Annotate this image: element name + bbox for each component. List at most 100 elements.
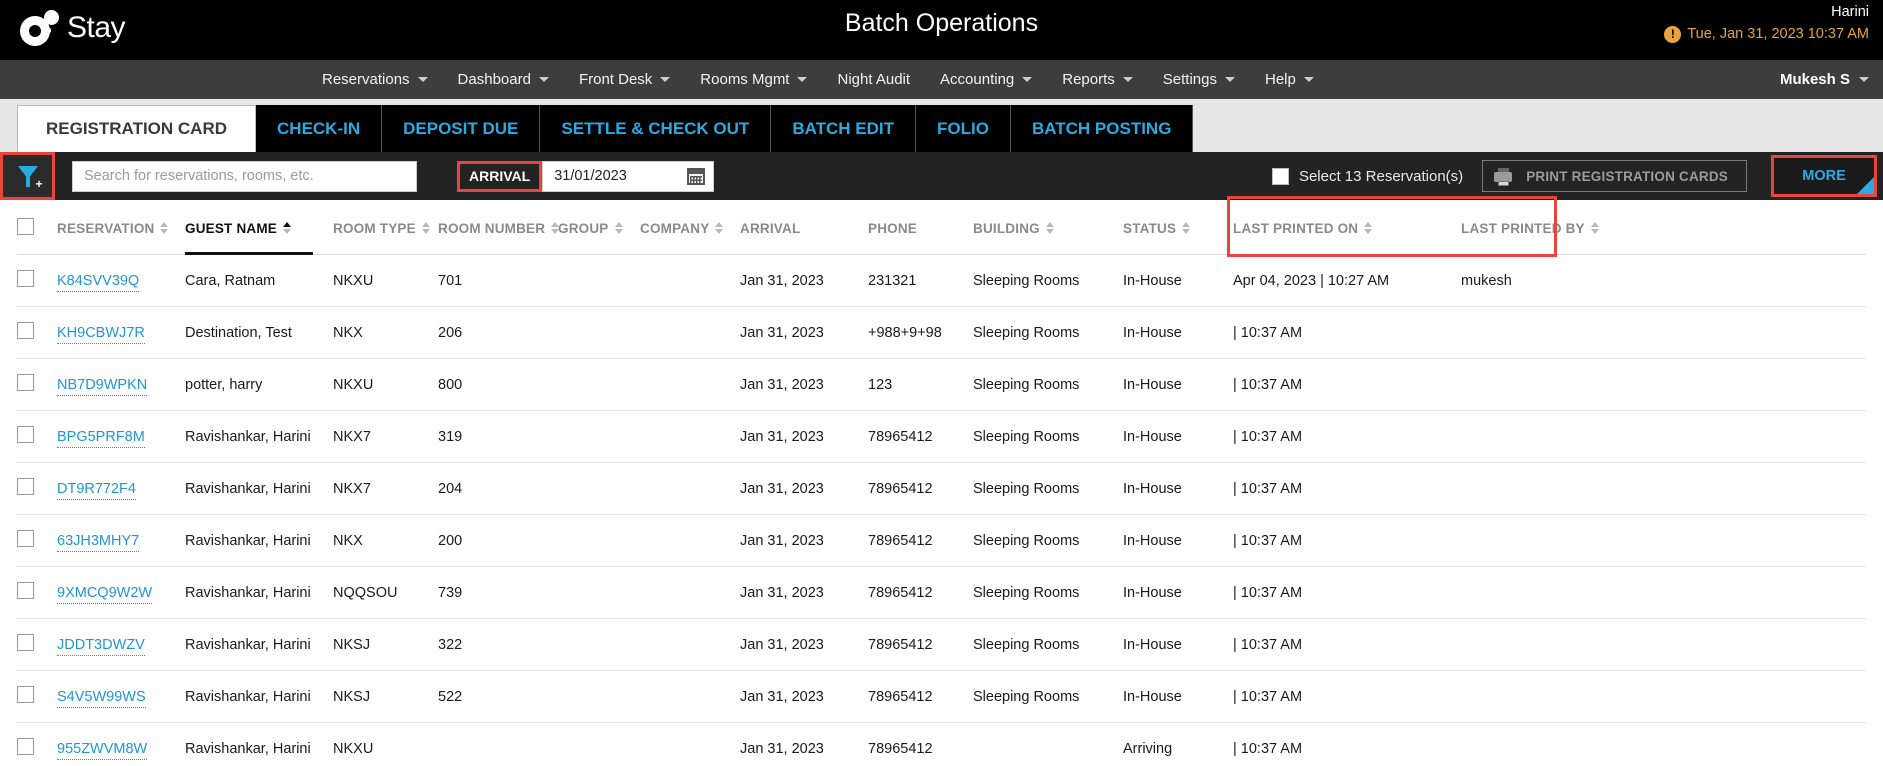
row-checkbox[interactable]: [17, 270, 34, 287]
sort-arrows-icon[interactable]: [715, 222, 723, 234]
row-checkbox[interactable]: [17, 530, 34, 547]
sort-arrows-icon[interactable]: [615, 222, 623, 234]
header-select-all-checkbox[interactable]: [17, 218, 34, 235]
reservation-link[interactable]: 9XMCQ9W2W: [57, 585, 152, 604]
column-header-last-printed-by[interactable]: LAST PRINTED BY: [1461, 200, 1664, 255]
cell-guest-name: potter, harry: [185, 359, 333, 411]
reservation-link[interactable]: 955ZWVM8W: [57, 741, 147, 760]
nav-item-night-audit[interactable]: Night Audit: [822, 60, 925, 99]
row-checkbox[interactable]: [17, 478, 34, 495]
row-select-cell[interactable]: [17, 723, 57, 766]
sort-arrows-icon[interactable]: [1182, 222, 1190, 234]
nav-item-accounting[interactable]: Accounting: [925, 60, 1047, 99]
cell-last-printed-by: [1461, 515, 1664, 567]
row-select-cell[interactable]: [17, 567, 57, 619]
cell-company: [640, 255, 740, 307]
tab-deposit-due[interactable]: DEPOSIT DUE: [382, 105, 540, 152]
nav-item-dashboard[interactable]: Dashboard: [443, 60, 564, 99]
account-menu[interactable]: Mukesh S: [1780, 60, 1869, 99]
header-select-all-cell[interactable]: [17, 200, 57, 255]
cell-arrival: Jan 31, 2023: [740, 567, 868, 619]
row-checkbox[interactable]: [17, 634, 34, 651]
table-row[interactable]: S4V5W99WSRavishankar, HariniNKSJ522Jan 3…: [17, 671, 1866, 723]
cell-last-printed-by: [1461, 463, 1664, 515]
tab-registration-card[interactable]: REGISTRATION CARD: [17, 105, 256, 152]
arrival-filter-label[interactable]: ARRIVAL: [457, 161, 542, 192]
tab-check-in[interactable]: CHECK-IN: [256, 105, 382, 152]
reservation-link[interactable]: NB7D9WPKN: [57, 377, 147, 396]
row-checkbox[interactable]: [17, 322, 34, 339]
sort-arrows-icon[interactable]: [160, 222, 168, 234]
row-select-cell[interactable]: [17, 671, 57, 723]
column-header-guest-name[interactable]: GUEST NAME: [185, 200, 333, 255]
table-row[interactable]: KH9CBWJ7RDestination, TestNKX206Jan 31, …: [17, 307, 1866, 359]
tab-folio[interactable]: FOLIO: [916, 105, 1011, 152]
column-header-last-printed-on[interactable]: LAST PRINTED ON: [1233, 200, 1461, 255]
row-checkbox[interactable]: [17, 426, 34, 443]
row-checkbox[interactable]: [17, 686, 34, 703]
chevron-down-icon: [539, 77, 549, 82]
cell-room-type: NKSJ: [333, 619, 438, 671]
row-checkbox[interactable]: [17, 738, 34, 755]
search-input[interactable]: [84, 168, 405, 184]
cell-last-printed-on: | 10:37 AM: [1233, 619, 1461, 671]
row-select-cell[interactable]: [17, 255, 57, 307]
tab-batch-edit[interactable]: BATCH EDIT: [771, 105, 916, 152]
cell-building: Sleeping Rooms: [973, 463, 1123, 515]
cell-reservation: KH9CBWJ7R: [57, 307, 185, 359]
select-all-checkbox[interactable]: [1272, 168, 1289, 185]
column-header-label: LAST PRINTED BY: [1461, 221, 1585, 236]
select-reservations-control[interactable]: Select 13 Reservation(s): [1272, 168, 1463, 185]
column-header-group[interactable]: GROUP: [558, 200, 640, 255]
sort-arrows-icon[interactable]: [422, 222, 430, 234]
row-checkbox[interactable]: [17, 582, 34, 599]
reservation-link[interactable]: 63JH3MHY7: [57, 533, 139, 552]
table-row[interactable]: NB7D9WPKNpotter, harryNKXU800Jan 31, 202…: [17, 359, 1866, 411]
nav-item-reservations[interactable]: Reservations: [307, 60, 443, 99]
row-select-cell[interactable]: [17, 515, 57, 567]
toolbar-actions: Select 13 Reservation(s) PRINT REGISTRAT…: [1272, 152, 1883, 200]
sort-arrows-icon[interactable]: [1591, 222, 1599, 234]
reservation-link[interactable]: K84SVV39Q: [57, 273, 139, 292]
calendar-icon[interactable]: [687, 168, 705, 185]
reservation-link[interactable]: JDDT3DWZV: [57, 637, 145, 656]
table-row[interactable]: 9XMCQ9W2WRavishankar, HariniNQQSOU739Jan…: [17, 567, 1866, 619]
reservation-link[interactable]: KH9CBWJ7R: [57, 325, 145, 344]
nav-item-help[interactable]: Help: [1250, 60, 1329, 99]
table-row[interactable]: 955ZWVM8WRavishankar, HariniNKXUJan 31, …: [17, 723, 1866, 766]
row-select-cell[interactable]: [17, 619, 57, 671]
column-header-room-number[interactable]: ROOM NUMBER: [438, 200, 558, 255]
print-registration-cards-button[interactable]: PRINT REGISTRATION CARDS: [1482, 160, 1747, 192]
row-select-cell[interactable]: [17, 359, 57, 411]
sort-arrows-icon[interactable]: [283, 222, 291, 234]
arrival-date-field[interactable]: 31/01/2023: [542, 161, 714, 192]
row-checkbox[interactable]: [17, 374, 34, 391]
row-select-cell[interactable]: [17, 307, 57, 359]
reservation-link[interactable]: DT9R772F4: [57, 481, 136, 500]
reservation-link[interactable]: BPG5PRF8M: [57, 429, 145, 448]
column-header-status[interactable]: STATUS: [1123, 200, 1233, 255]
tab-batch-posting[interactable]: BATCH POSTING: [1011, 105, 1193, 152]
sort-arrows-icon[interactable]: [1046, 222, 1054, 234]
table-row[interactable]: DT9R772F4Ravishankar, HariniNKX7204Jan 3…: [17, 463, 1866, 515]
search-field[interactable]: [72, 161, 417, 192]
table-row[interactable]: 63JH3MHY7Ravishankar, HariniNKX200Jan 31…: [17, 515, 1866, 567]
column-header-reservation[interactable]: RESERVATION: [57, 200, 185, 255]
filter-button[interactable]: +: [0, 152, 55, 200]
table-row[interactable]: K84SVV39QCara, RatnamNKXU701Jan 31, 2023…: [17, 255, 1866, 307]
row-select-cell[interactable]: [17, 463, 57, 515]
column-header-company[interactable]: COMPANY: [640, 200, 740, 255]
nav-item-rooms-mgmt[interactable]: Rooms Mgmt: [685, 60, 822, 99]
nav-item-reports[interactable]: Reports: [1047, 60, 1148, 99]
tab-settle-check-out[interactable]: SETTLE & CHECK OUT: [540, 105, 771, 152]
table-row[interactable]: JDDT3DWZVRavishankar, HariniNKSJ322Jan 3…: [17, 619, 1866, 671]
reservation-link[interactable]: S4V5W99WS: [57, 689, 146, 708]
row-select-cell[interactable]: [17, 411, 57, 463]
more-button[interactable]: MORE: [1771, 155, 1877, 197]
nav-item-front-desk[interactable]: Front Desk: [564, 60, 685, 99]
column-header-room-type[interactable]: ROOM TYPE: [333, 200, 438, 255]
nav-item-settings[interactable]: Settings: [1148, 60, 1250, 99]
table-row[interactable]: BPG5PRF8MRavishankar, HariniNKX7319Jan 3…: [17, 411, 1866, 463]
sort-arrows-icon[interactable]: [1364, 222, 1372, 234]
column-header-building[interactable]: BUILDING: [973, 200, 1123, 255]
